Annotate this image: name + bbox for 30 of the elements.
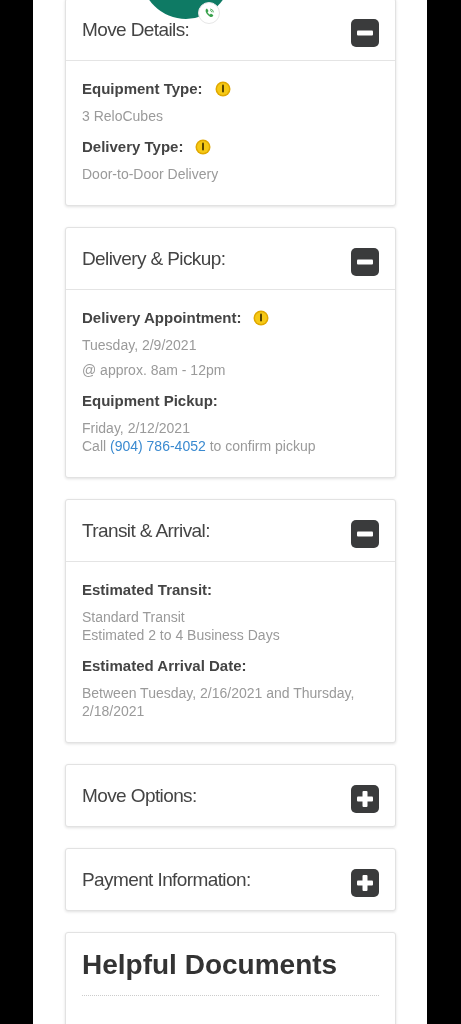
phone-link[interactable]: (904) 786-4052 [110, 438, 206, 454]
field-value: @ approx. 8am - 12pm [82, 361, 227, 379]
collapse-button[interactable] [351, 519, 379, 548]
collapse-button[interactable] [351, 18, 379, 47]
card-title: Move Options: [82, 784, 197, 807]
field-label: Estimated Transit: [82, 580, 213, 600]
collapse-button[interactable] [351, 247, 379, 276]
field-label: Equipment Type: [82, 79, 203, 99]
field-value: Standard Transit [82, 608, 186, 626]
card-title: Delivery & Pickup: [82, 247, 226, 270]
expand-button[interactable] [351, 784, 379, 813]
call-instruction: Call (904) 786-4052 to confirm pickup [82, 437, 317, 455]
field-value: Between Tuesday, 2/16/2021 and Thursday, 2/18/2021 [82, 684, 356, 720]
field-label: Estimated Arrival Date: [82, 656, 247, 676]
info-icon[interactable] [214, 81, 231, 97]
info-icon[interactable] [253, 310, 270, 326]
section-heading: Helpful Documents [82, 949, 379, 996]
field-value: Friday, 2/12/2021 [82, 419, 191, 437]
card-title: Payment Information: [82, 868, 251, 891]
card-title: Move Details: [82, 18, 190, 41]
field-value: Tuesday, 2/9/2021 [82, 336, 198, 354]
field-value: Estimated 2 to 4 Business Days [82, 626, 281, 644]
field-label: Delivery Type: [82, 137, 184, 157]
card-title: Transit & Arrival: [82, 519, 210, 542]
field-label: Delivery Appointment: [82, 308, 242, 328]
info-icon[interactable] [195, 139, 212, 155]
field-value: Door-to-Door Delivery [82, 165, 220, 183]
expand-button[interactable] [351, 868, 379, 897]
field-value: 3 ReloCubes [82, 107, 164, 125]
field-label: Equipment Pickup: [82, 391, 218, 411]
